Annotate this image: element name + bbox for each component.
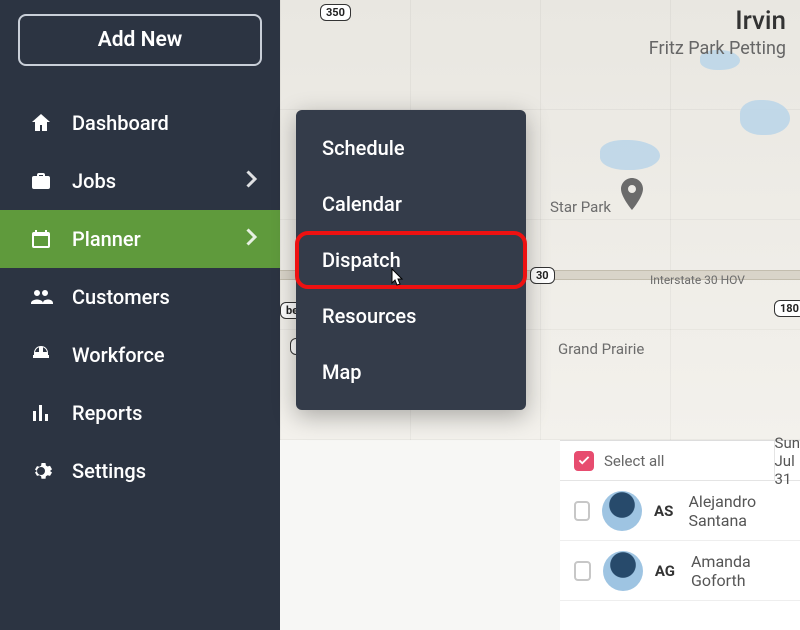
people-icon	[28, 284, 54, 310]
map-water	[740, 100, 790, 135]
map-city-large: Irvin	[735, 6, 786, 36]
map-pin-icon	[620, 178, 644, 210]
map-label-interstate: Interstate 30 HOV	[650, 273, 745, 287]
list-header: Select all Sun Jul 31	[560, 441, 800, 481]
chevron-right-icon	[246, 169, 258, 193]
sidebar-item-workforce[interactable]: Workforce	[0, 326, 280, 384]
list-item[interactable]: AG Amanda Goforth	[560, 541, 800, 601]
avatar	[602, 491, 642, 531]
home-icon	[28, 110, 54, 136]
sidebar-item-label: Customers	[72, 285, 170, 309]
submenu-item-schedule[interactable]: Schedule	[296, 120, 526, 176]
sidebar-item-customers[interactable]: Customers	[0, 268, 280, 326]
avatar	[603, 551, 643, 591]
hardhat-icon	[28, 342, 54, 368]
row-checkbox[interactable]	[574, 501, 590, 521]
sidebar-item-label: Planner	[72, 227, 141, 251]
map-city-sub: Fritz Park Petting	[649, 38, 786, 59]
map-label-starpark: Star Park	[550, 198, 611, 216]
chevron-right-icon	[246, 227, 258, 251]
person-initials: AG	[655, 562, 679, 580]
map-shield-180: 180	[774, 300, 800, 317]
row-checkbox[interactable]	[574, 561, 591, 581]
calendar-icon	[28, 226, 54, 252]
cursor-icon	[390, 268, 406, 288]
sidebar: Add New Dashboard Jobs Planner Customers…	[0, 0, 280, 630]
submenu-item-map[interactable]: Map	[296, 344, 526, 400]
barchart-icon	[28, 400, 54, 426]
person-initials: AS	[654, 502, 676, 520]
sidebar-item-reports[interactable]: Reports	[0, 384, 280, 442]
submenu-item-label: Dispatch	[322, 248, 401, 272]
sidebar-item-settings[interactable]: Settings	[0, 442, 280, 500]
sidebar-item-label: Dashboard	[72, 111, 169, 135]
planner-submenu: Schedule Calendar Dispatch Resources Map	[296, 110, 526, 410]
person-name: Alejandro Santana	[688, 492, 786, 530]
map-water	[600, 140, 660, 170]
add-new-button[interactable]: Add New	[18, 14, 262, 66]
person-name: Amanda Goforth	[691, 552, 786, 590]
sidebar-item-jobs[interactable]: Jobs	[0, 152, 280, 210]
submenu-item-resources[interactable]: Resources	[296, 288, 526, 344]
sidebar-item-planner[interactable]: Planner	[0, 210, 280, 268]
briefcase-icon	[28, 168, 54, 194]
select-all-label: Select all	[604, 452, 664, 470]
map-label-grandprairie: Grand Prairie	[558, 340, 644, 358]
sidebar-item-label: Jobs	[72, 169, 116, 193]
sidebar-item-label: Settings	[72, 459, 146, 483]
select-all-checkbox[interactable]	[574, 451, 594, 471]
sidebar-item-label: Reports	[72, 401, 142, 425]
date-header: Sun Jul 31	[775, 441, 800, 480]
submenu-item-dispatch[interactable]: Dispatch	[296, 232, 526, 288]
sidebar-item-label: Workforce	[72, 343, 165, 367]
resource-list: Select all Sun Jul 31 AS Alejandro Santa…	[560, 440, 800, 630]
select-all-cell[interactable]: Select all	[560, 441, 775, 480]
list-item[interactable]: AS Alejandro Santana	[560, 481, 800, 541]
gear-icon	[28, 458, 54, 484]
map-shield-350: 350	[320, 4, 351, 21]
sidebar-item-dashboard[interactable]: Dashboard	[0, 94, 280, 152]
map-shield-30: 30	[530, 267, 555, 284]
submenu-item-calendar[interactable]: Calendar	[296, 176, 526, 232]
